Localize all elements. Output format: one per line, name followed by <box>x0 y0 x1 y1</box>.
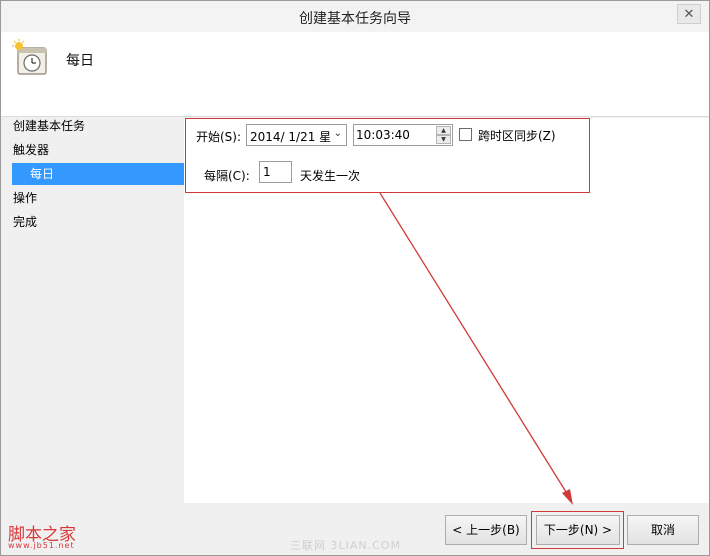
recur-every-label: 每隔(C): <box>204 169 250 183</box>
wizard-steps-sidebar: 创建基本任务 触发器 每日 操作 完成 <box>1 115 184 503</box>
next-button[interactable]: 下一步(N) > <box>536 515 620 545</box>
start-label: 开始(S): <box>196 130 242 144</box>
wizard-window: 创建基本任务向导 ✕ 每日 创建基本任务 触发器 每日 操作 完成 开始(S):… <box>0 0 710 556</box>
chevron-down-icon: ⌄ <box>333 128 342 139</box>
title-bar: 创建基本任务向导 ✕ <box>1 1 709 32</box>
start-time-spinner[interactable]: 10:03:40 ▲ ▼ <box>353 124 453 146</box>
spin-up-button[interactable]: ▲ <box>436 126 451 135</box>
faint-watermark: 三联网 3LIAN.COM <box>290 539 401 552</box>
sync-timezone-label[interactable]: 跨时区同步(Z) <box>478 127 556 144</box>
recur-every-suffix: 天发生一次 <box>300 169 361 183</box>
page-title: 每日 <box>66 53 94 69</box>
recur-every-input[interactable]: 1 <box>259 161 292 183</box>
arrow-down-icon: ▼ <box>441 136 446 143</box>
site-url-watermark: www.jb51.net <box>8 541 75 550</box>
close-icon: ✕ <box>683 6 695 22</box>
sidebar-item-action[interactable]: 操作 <box>13 187 37 209</box>
spin-down-button[interactable]: ▼ <box>436 135 451 144</box>
sidebar-item-daily[interactable]: 每日 <box>12 163 184 185</box>
start-date-picker[interactable]: 2014/ 1/21 星 ⌄ <box>246 124 347 146</box>
window-title: 创建基本任务向导 <box>299 11 411 27</box>
sync-timezone-checkbox[interactable] <box>459 128 472 141</box>
calendar-clock-icon <box>12 39 47 75</box>
sidebar-item-trigger[interactable]: 触发器 <box>13 139 49 161</box>
trigger-settings-panel: 开始(S): 2014/ 1/21 星 ⌄ 10:03:40 ▲ ▼ 跨时区同步… <box>184 118 709 503</box>
sidebar-item-create-task[interactable]: 创建基本任务 <box>13 115 85 137</box>
start-date-value: 2014/ 1/21 星 <box>250 130 332 144</box>
close-button[interactable]: ✕ <box>677 4 701 24</box>
cancel-button[interactable]: 取消 <box>627 515 699 545</box>
back-button[interactable]: < 上一步(B) <box>445 515 527 545</box>
sidebar-item-finish[interactable]: 完成 <box>13 211 37 233</box>
wizard-header: 每日 <box>1 32 709 117</box>
arrow-up-icon: ▲ <box>441 127 446 134</box>
start-time-value: 10:03:40 <box>356 128 410 142</box>
recur-every-value: 1 <box>263 165 271 179</box>
